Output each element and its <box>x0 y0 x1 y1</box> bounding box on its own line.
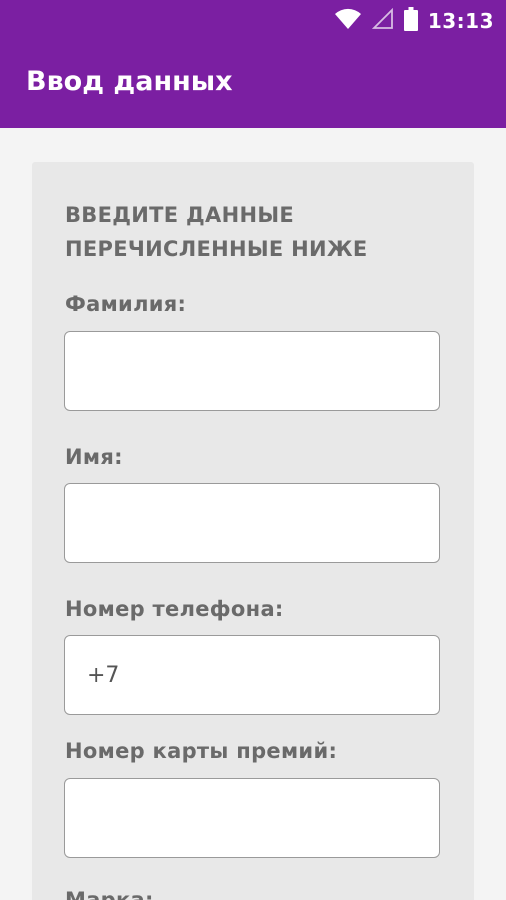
first-name-label: Имя: <box>65 445 123 469</box>
status-time: 13:13 <box>427 9 494 33</box>
battery-icon <box>403 6 418 36</box>
signal-icon <box>371 7 394 35</box>
form-card: ВВЕДИТЕ ДАННЫЕ ПЕРЕЧИСЛЕННЫЕ НИЖЕ Фамили… <box>32 162 474 900</box>
bonus-card-input[interactable] <box>64 778 440 858</box>
brand-label: Марка: <box>65 888 154 900</box>
phone-input[interactable] <box>64 635 440 715</box>
first-name-input[interactable] <box>64 483 440 563</box>
content-area: ВВЕДИТЕ ДАННЫЕ ПЕРЕЧИСЛЕННЫЕ НИЖЕ Фамили… <box>0 128 506 900</box>
bonus-card-label: Номер карты премий: <box>65 739 338 763</box>
last-name-label: Фамилия: <box>65 292 187 316</box>
page-title: Ввод данных <box>26 66 233 97</box>
phone-label: Номер телефона: <box>65 597 284 621</box>
app-bar: Ввод данных <box>0 42 506 128</box>
status-icons: 13:13 <box>334 6 494 36</box>
last-name-input[interactable] <box>64 331 440 411</box>
form-heading: ВВЕДИТЕ ДАННЫЕ ПЕРЕЧИСЛЕННЫЕ НИЖЕ <box>65 203 368 261</box>
wifi-icon <box>334 8 362 35</box>
status-bar: 13:13 <box>0 0 506 42</box>
